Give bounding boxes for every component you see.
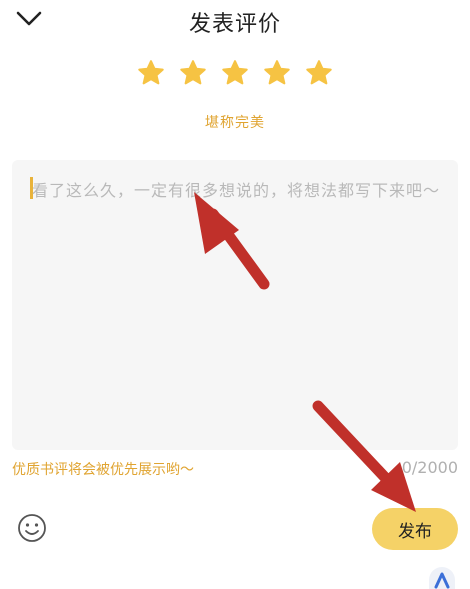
emoji-button[interactable] bbox=[16, 512, 48, 544]
review-input[interactable]: 看了这么久，一定有很多想说的，将想法都写下来吧～ bbox=[12, 160, 458, 450]
star-icon[interactable] bbox=[262, 58, 292, 88]
star-icon[interactable] bbox=[220, 58, 250, 88]
star-icon[interactable] bbox=[178, 58, 208, 88]
publish-button[interactable]: 发布 bbox=[372, 508, 458, 550]
assistant-badge[interactable] bbox=[429, 567, 455, 589]
star-icon[interactable] bbox=[136, 58, 166, 88]
review-placeholder: 看了这么久，一定有很多想说的，将想法都写下来吧～ bbox=[32, 181, 441, 200]
rating-label: 堪称完美 bbox=[205, 115, 265, 131]
smiley-icon bbox=[18, 514, 46, 542]
page-title: 发表评价 bbox=[188, 12, 281, 37]
review-hint: 优质书评将会被优先展示哟～ bbox=[12, 462, 194, 478]
star-rating[interactable] bbox=[0, 58, 470, 88]
assistant-icon bbox=[434, 572, 450, 589]
char-counter: 0/2000 bbox=[401, 458, 458, 477]
star-icon[interactable] bbox=[304, 58, 334, 88]
